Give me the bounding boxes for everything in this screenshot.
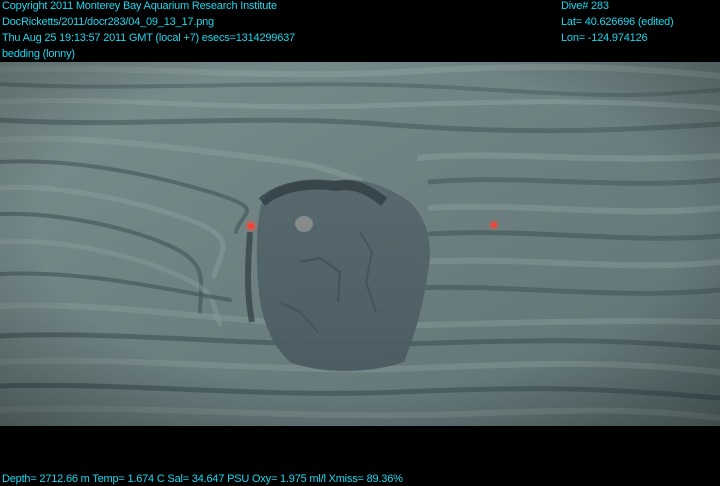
photo-frame: Copyright 2011 Monterey Bay Aquarium Res… xyxy=(0,0,720,486)
latitude: Lat= 40.626696 (edited) xyxy=(561,16,674,28)
sensor-readout: Depth= 2712.66 m Temp= 1.674 C Sal= 34.6… xyxy=(2,473,403,485)
overlay-bottom: Depth= 2712.66 m Temp= 1.674 C Sal= 34.6… xyxy=(2,471,403,486)
file-path-line: DocRicketts/2011/docr283/04_09_13_17.png xyxy=(2,16,214,28)
longitude: Lon= -124.974126 xyxy=(561,32,648,44)
annotation-line: bedding (lonny) xyxy=(2,48,75,60)
overlay-top-left: Copyright 2011 Monterey Bay Aquarium Res… xyxy=(2,0,295,62)
copyright-line: Copyright 2011 Monterey Bay Aquarium Res… xyxy=(2,0,277,12)
timestamp-line: Thu Aug 25 19:13:57 2011 GMT (local +7) … xyxy=(2,32,295,44)
overlay-top-right: Dive# 283 Lat= 40.626696 (edited) Lon= -… xyxy=(561,0,674,46)
dive-number: Dive# 283 xyxy=(561,0,609,12)
vignette xyxy=(0,62,720,426)
seafloor-image xyxy=(0,62,720,426)
